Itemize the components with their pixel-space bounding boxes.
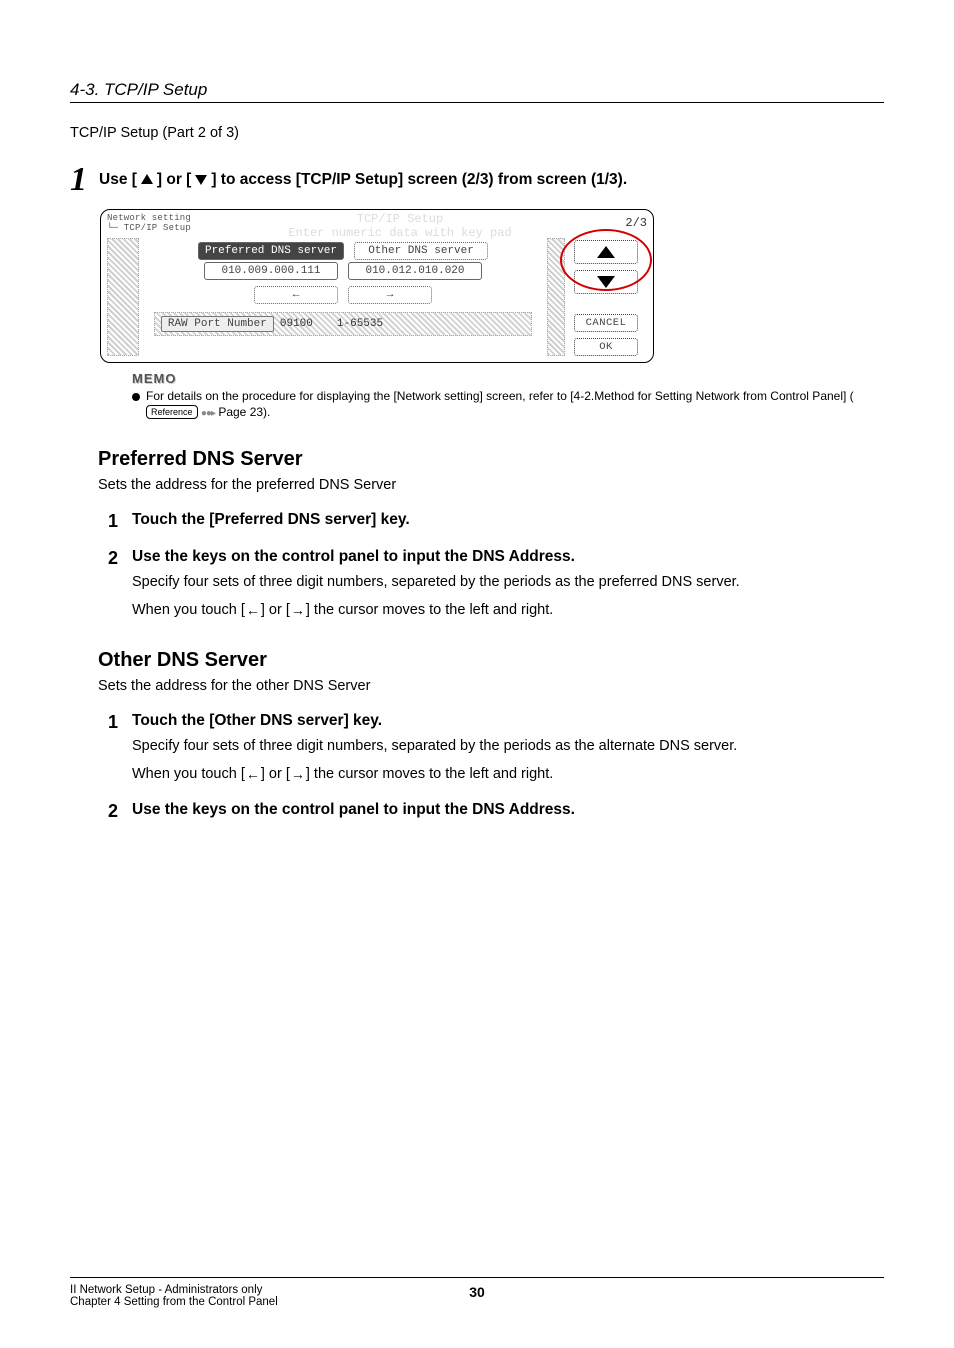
step-instruction: Use [ ] or [ ] to access [TCP/IP Setup] … xyxy=(99,171,627,190)
raw-port-strip: RAW Port Number 09100 1-65535 xyxy=(154,312,532,336)
step-heading: Use the keys on the control panel to inp… xyxy=(132,801,575,818)
other-step-1: 1 Touch the [Other DNS server] key. Spec… xyxy=(108,712,884,785)
dots-icon: ●●▸ xyxy=(201,408,215,419)
right-arrow-icon: → xyxy=(291,600,305,620)
memo-title: MEMO xyxy=(132,371,176,386)
other-desc: Sets the address for the other DNS Serve… xyxy=(98,678,884,694)
right-arrow-icon: → xyxy=(291,764,305,784)
part-label: TCP/IP Setup (Part 2 of 3) xyxy=(70,125,884,141)
nav-up-button[interactable] xyxy=(574,240,638,264)
step-body-2: When you touch [←] or [→] the cursor mov… xyxy=(132,763,884,785)
hatch-mid xyxy=(547,238,565,356)
step-body-1: Specify four sets of three digit numbers… xyxy=(132,736,884,757)
preferred-step-2: 2 Use the keys on the control panel to i… xyxy=(108,548,884,621)
preferred-desc: Sets the address for the preferred DNS S… xyxy=(98,477,884,493)
cursor-left-button[interactable]: ← xyxy=(254,286,338,304)
down-arrow-icon xyxy=(193,172,209,191)
page-footer: II Network Setup - Administrators only C… xyxy=(70,1277,884,1308)
step-body-1: Specify four sets of three digit numbers… xyxy=(132,572,884,593)
other-step-2: 2 Use the keys on the control panel to i… xyxy=(108,801,884,822)
terminal-title: TCP/IP Setup Enter numeric data with key… xyxy=(270,212,530,241)
triangle-down-icon xyxy=(597,276,615,288)
preferred-dns-value: 010.009.000.111 xyxy=(204,262,338,280)
terminal-breadcrumb: Network setting └─ TCP/IP Setup xyxy=(107,213,227,234)
triangle-up-icon xyxy=(597,246,615,258)
preferred-step-1: 1 Touch the [Preferred DNS server] key. xyxy=(108,511,884,532)
ok-button[interactable]: OK xyxy=(574,338,638,356)
section-header: 4-3. TCP/IP Setup xyxy=(70,80,884,103)
raw-port-value: 09100 xyxy=(280,318,313,330)
footer-line-1: II Network Setup - Administrators only xyxy=(70,1284,884,1296)
reference-chip: Reference xyxy=(146,405,198,419)
preferred-dns-button[interactable]: Preferred DNS server xyxy=(198,242,344,260)
step-num: 1 xyxy=(108,712,132,733)
step-heading: Touch the [Preferred DNS server] key. xyxy=(132,511,410,528)
step-num: 2 xyxy=(108,548,132,569)
cancel-button[interactable]: CANCEL xyxy=(574,314,638,332)
step-num: 2 xyxy=(108,801,132,822)
raw-port-range: 1-65535 xyxy=(337,318,383,330)
preferred-heading: Preferred DNS Server xyxy=(98,448,884,471)
terminal-page-indicator: 2/3 xyxy=(577,216,647,230)
other-heading: Other DNS Server xyxy=(98,649,884,672)
terminal-screenshot: Network setting └─ TCP/IP Setup 2/3 TCP/… xyxy=(100,209,654,363)
raw-port-label: RAW Port Number xyxy=(161,316,274,332)
other-dns-value: 010.012.010.020 xyxy=(348,262,482,280)
hatch-left xyxy=(107,238,139,356)
memo-text: For details on the procedure for display… xyxy=(146,388,884,421)
left-arrow-icon: ← xyxy=(246,600,260,620)
bullet-icon xyxy=(132,393,140,401)
left-arrow-icon: ← xyxy=(246,764,260,784)
nav-down-button[interactable] xyxy=(574,270,638,294)
step-num: 1 xyxy=(108,511,132,532)
up-arrow-icon xyxy=(139,172,155,191)
step-body-2: When you touch [←] or [→] the cursor mov… xyxy=(132,599,884,621)
step-heading: Use the keys on the control panel to inp… xyxy=(132,548,575,565)
footer-line-2: Chapter 4 Setting from the Control Panel xyxy=(70,1296,884,1308)
main-step-1: 1 Use [ ] or [ ] to access [TCP/IP Setup… xyxy=(70,163,884,197)
other-dns-button[interactable]: Other DNS server xyxy=(354,242,488,260)
step-heading: Touch the [Other DNS server] key. xyxy=(132,712,382,729)
memo-block: MEMO For details on the procedure for di… xyxy=(132,371,884,421)
cursor-right-button[interactable]: → xyxy=(348,286,432,304)
step-number: 1 xyxy=(70,163,87,197)
